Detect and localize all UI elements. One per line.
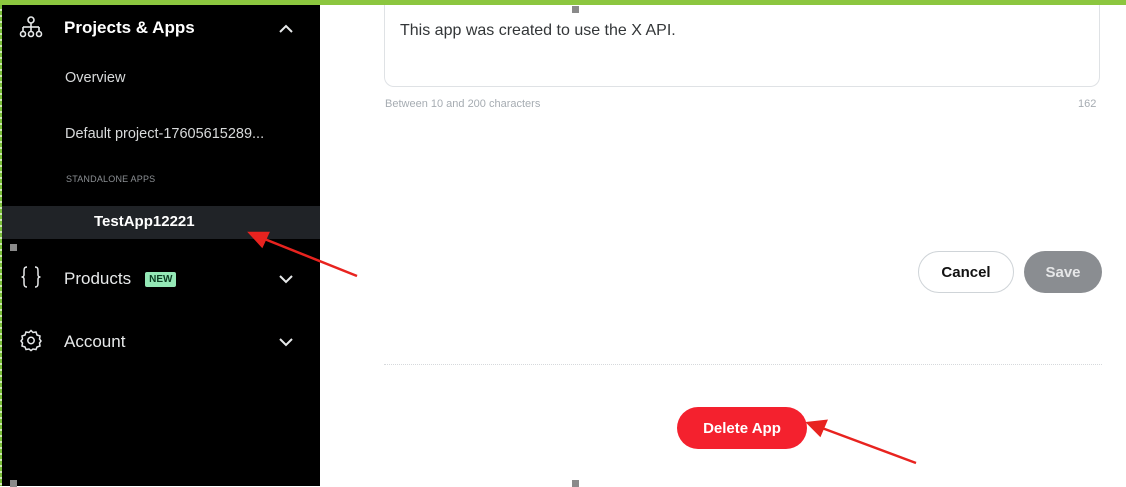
resize-handle[interactable] (572, 6, 579, 13)
save-button[interactable]: Save (1024, 251, 1102, 293)
character-limit-hint: Between 10 and 200 characters (385, 98, 541, 110)
sidebar-item-default-project[interactable]: Default project-17605615289... (65, 126, 264, 142)
new-badge: NEW (145, 272, 177, 287)
sidebar-item-products[interactable]: Products NEW (2, 261, 320, 295)
annotation-arrow (805, 419, 917, 465)
standalone-apps-header: STANDALONE APPS (66, 174, 156, 184)
sidebar-item-overview[interactable]: Overview (65, 70, 125, 86)
delete-app-button[interactable]: Delete App (677, 407, 807, 449)
products-label: Products (64, 269, 132, 288)
section-divider (384, 364, 1102, 365)
sidebar: Projects & Apps Overview Default project… (2, 5, 320, 486)
cancel-button[interactable]: Cancel (918, 251, 1014, 293)
frame-left-border (0, 5, 2, 486)
description-field[interactable]: This app was created to use the X API. (384, 5, 1100, 87)
chevron-down-icon[interactable] (276, 332, 296, 352)
sidebar-item-account[interactable]: Account (2, 324, 320, 358)
sidebar-item-label: Products NEW (64, 269, 177, 289)
sidebar-item-testapp[interactable]: TestApp12221 (2, 206, 320, 239)
braces-icon (18, 264, 44, 290)
chevron-up-icon[interactable] (276, 19, 296, 39)
resize-handle[interactable] (10, 244, 17, 251)
gear-icon (18, 327, 44, 353)
description-value: This app was created to use the X API. (400, 22, 676, 39)
sidebar-item-label: Account (64, 332, 126, 351)
chevron-down-icon[interactable] (276, 269, 296, 289)
character-count: 162 (1078, 98, 1097, 110)
sidebar-item-label: TestApp12221 (94, 213, 195, 230)
sidebar-item-projects-apps[interactable]: Projects & Apps (2, 10, 320, 44)
org-chart-icon (18, 14, 44, 40)
sidebar-item-label: Projects & Apps (64, 18, 195, 37)
